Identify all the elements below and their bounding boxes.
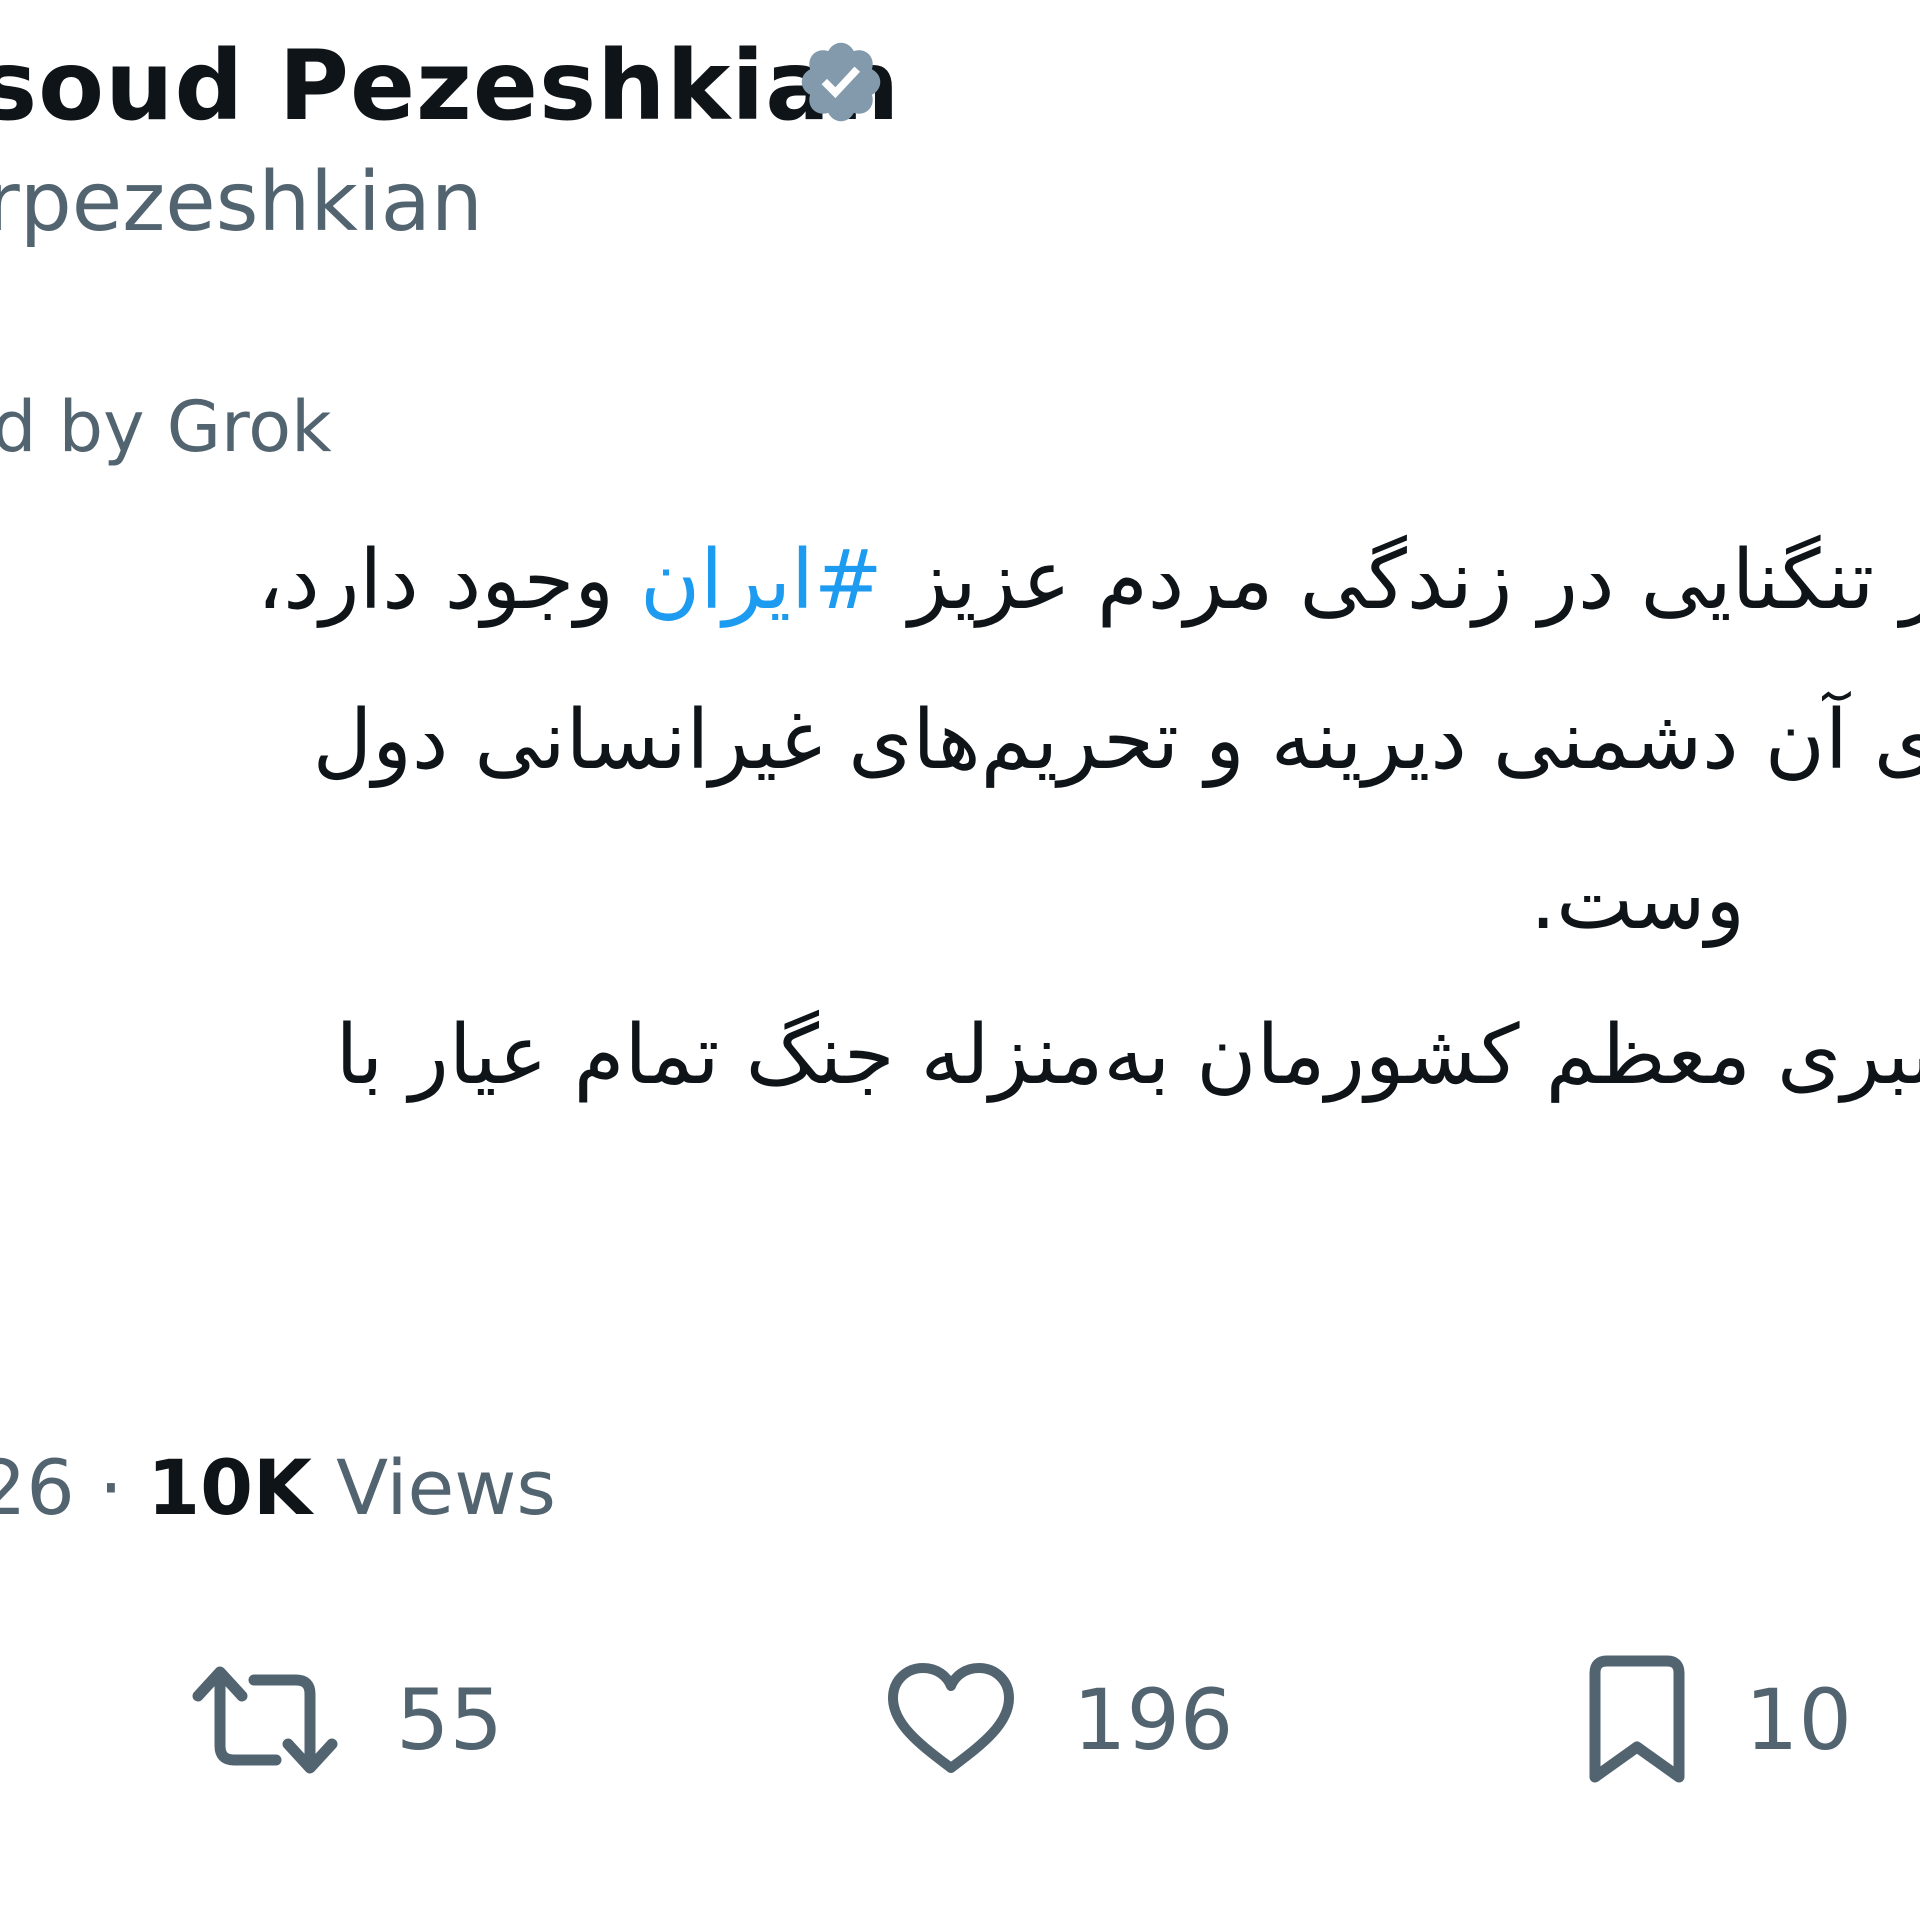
views-label: Views — [336, 1443, 557, 1532]
tweet-text-fragment: وجود دارد، — [256, 533, 641, 628]
verified-badge-icon — [801, 42, 881, 122]
bookmark-icon — [1589, 1655, 1685, 1783]
tweet-text-line: ی آن دشمنی دیرینه و تحریم‌های غیرانسانی … — [312, 693, 1920, 788]
tweet-timestamp[interactable]: 26 — [0, 1443, 75, 1532]
tweet-text-line: ر تنگنایی در زندگی مردم عزیز #ایران وجود… — [257, 540, 1920, 622]
author-display-name[interactable]: soud Pezeshkian — [0, 38, 900, 134]
meta-separator: · — [98, 1443, 124, 1532]
tweet-text-line: ببری معظم کشورمان به‌منزله جنگ تمام عیار… — [335, 1008, 1920, 1103]
hashtag-link-iran[interactable]: #ایران — [640, 533, 883, 628]
translated-by-grok-label[interactable]: d by Grok — [0, 392, 332, 462]
heart-icon — [888, 1663, 1014, 1773]
author-handle[interactable]: rpezeshkian — [0, 162, 483, 244]
retweet-button[interactable]: 55 — [190, 1655, 503, 1785]
retweet-icon — [192, 1666, 338, 1774]
like-button[interactable]: 196 — [885, 1655, 1233, 1785]
bookmark-count: 10 — [1745, 1671, 1852, 1769]
retweet-count: 55 — [396, 1671, 503, 1769]
like-count: 196 — [1073, 1671, 1234, 1769]
tweet-text-line: وست. — [1530, 853, 1745, 948]
tweet-meta: 26 · 10K Views — [0, 1450, 556, 1526]
tweet-text-fragment: ر تنگنایی در زندگی مردم عزیز — [882, 533, 1920, 628]
bookmark-button[interactable]: 10 — [1585, 1655, 1852, 1785]
views-count: 10K — [147, 1443, 312, 1532]
